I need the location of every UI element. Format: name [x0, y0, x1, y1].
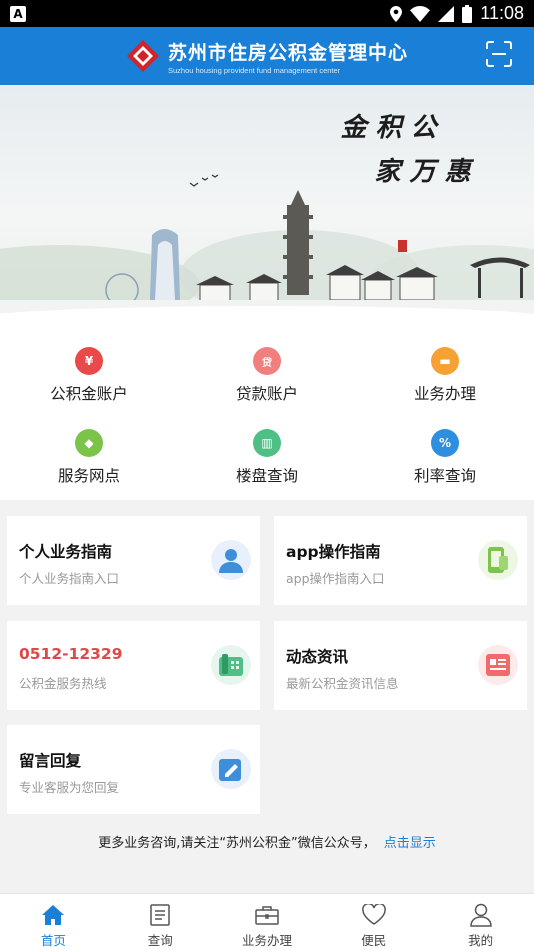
location-icon: [390, 5, 403, 22]
tab-label: 首页: [40, 933, 66, 948]
card-subtitle: 最新公积金资讯信息: [286, 676, 399, 691]
status-bar: A 11:08: [0, 0, 534, 27]
tab-label: 便民: [361, 933, 387, 948]
tab-label: 业务办理: [241, 933, 292, 948]
briefcase-icon: [254, 902, 280, 928]
card-app-guide[interactable]: app操作指南 app操作指南入口: [274, 516, 527, 605]
percent-icon: %: [431, 429, 459, 457]
hero-banner[interactable]: 公积金 惠万家: [0, 85, 534, 325]
menu-item-service-outlets[interactable]: ◆ 服务网点: [0, 429, 178, 486]
wifi-icon: [410, 5, 431, 22]
header-subtitle: Suzhou housing provident fund management…: [167, 65, 341, 75]
function-menu: ¥ 公积金账户 贷 贷款账户 ▬ 业务办理 ◆ 服务网点 ▥ 楼盘查询 % 利率…: [0, 325, 534, 500]
battery-icon: [462, 4, 473, 23]
card-title: 个人业务指南: [19, 543, 113, 561]
card-subtitle: 公积金服务热线: [19, 676, 107, 691]
card-title: app操作指南: [286, 543, 381, 561]
news-icon: [478, 645, 518, 685]
location-icon: ◆: [75, 429, 103, 457]
card-title: 动态资讯: [286, 648, 349, 666]
home-icon: [40, 902, 66, 928]
bottom-tab-bar: 首页 查询 业务办理 便民 我的: [0, 893, 534, 950]
user-icon: [468, 902, 494, 928]
menu-item-fund-account[interactable]: ¥ 公积金账户: [0, 347, 178, 404]
card-title: 留言回复: [19, 752, 82, 770]
loan-icon: 贷: [253, 347, 281, 375]
menu-label: 公积金账户: [50, 385, 128, 403]
header-title: 苏州市住房公积金管理中心: [167, 41, 408, 64]
wechat-notice: 更多业务咨询,请关注“苏州公积金”微信公众号， 点击显示: [0, 832, 534, 851]
fund-logo-icon: [126, 40, 159, 72]
briefcase-icon: ▬: [431, 347, 459, 375]
notification-app-icon: A: [10, 5, 26, 22]
status-indicators: 11:08: [390, 3, 524, 24]
menu-item-business[interactable]: ▬ 业务办理: [356, 347, 534, 404]
scan-icon[interactable]: [486, 41, 512, 67]
tab-label: 我的: [468, 933, 494, 948]
card-subtitle: 专业客服为您回复: [19, 780, 120, 795]
show-link[interactable]: 点击显示: [384, 836, 436, 851]
notice-text: 更多业务咨询,请关注“苏州公积金”微信公众号，: [98, 836, 376, 851]
suzhou-skyline-illustration: [0, 174, 534, 325]
edit-icon: [211, 749, 251, 789]
card-subtitle: app操作指南入口: [286, 571, 385, 586]
card-news[interactable]: 动态资讯 最新公积金资讯信息: [274, 621, 527, 710]
tab-label: 查询: [147, 933, 173, 948]
tab-convenience[interactable]: 便民: [320, 894, 427, 950]
card-message-reply[interactable]: 留言回复 专业客服为您回复: [7, 725, 260, 814]
tab-mine[interactable]: 我的: [427, 894, 534, 950]
hotline-number: 0512-12329: [19, 645, 123, 663]
menu-label: 贷款账户: [235, 385, 298, 403]
pagoda-illustration: [283, 190, 313, 295]
tab-business[interactable]: 业务办理: [214, 894, 321, 950]
card-subtitle: 个人业务指南入口: [19, 571, 120, 586]
tab-query[interactable]: 查询: [107, 894, 214, 950]
signal-icon: [438, 5, 455, 22]
calligraphy-line2: 惠万家: [370, 157, 470, 183]
person-icon: [211, 540, 251, 580]
card-hotline[interactable]: 0512-12329 公积金服务热线: [7, 621, 260, 710]
heart-icon: [361, 902, 387, 928]
menu-item-property-search[interactable]: ▥ 楼盘查询: [178, 429, 356, 486]
calligraphy-line1: 公积金: [336, 113, 436, 139]
menu-label: 楼盘查询: [235, 467, 298, 485]
tab-home[interactable]: 首页: [0, 894, 107, 950]
menu-item-loan-account[interactable]: 贷 贷款账户: [178, 347, 356, 404]
money-bag-icon: ¥: [75, 347, 103, 375]
menu-label: 业务办理: [413, 385, 476, 403]
menu-label: 服务网点: [57, 467, 120, 485]
document-icon: [147, 902, 173, 928]
app-header: 苏州市住房公积金管理中心 Suzhou housing provident fu…: [0, 27, 534, 85]
clock: 11:08: [480, 3, 524, 23]
telephone-icon: [211, 645, 251, 685]
card-personal-guide[interactable]: 个人业务指南 个人业务指南入口: [7, 516, 260, 605]
building-icon: ▥: [253, 429, 281, 457]
phone-icon: [478, 540, 518, 580]
header-logo-group: 苏州市住房公积金管理中心 Suzhou housing provident fu…: [126, 38, 408, 75]
menu-label: 利率查询: [413, 467, 476, 485]
menu-item-rate-search[interactable]: % 利率查询: [356, 429, 534, 486]
